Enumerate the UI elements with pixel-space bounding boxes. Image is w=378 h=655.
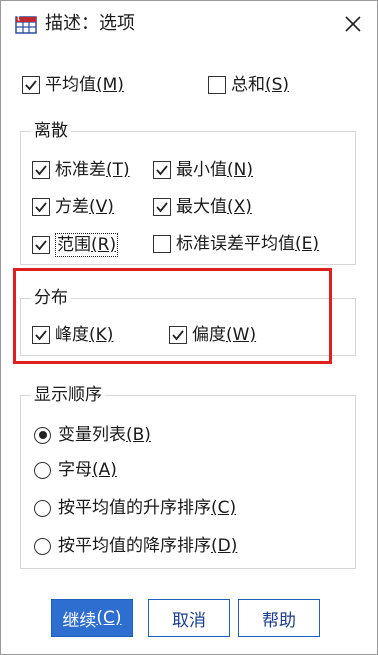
se-mean-label: 标准误差平均值 <box>176 234 295 254</box>
std-hotkey: (T) <box>106 160 130 180</box>
checkbox-box <box>208 76 226 94</box>
radio-circle <box>34 499 51 517</box>
checkmark-icon <box>35 240 47 251</box>
table-app-icon: t <box>15 13 37 34</box>
order-ascending-mean-radio[interactable]: 按平均值的升序排序 (C) <box>34 497 236 519</box>
dialog-title: 描述：选项 <box>45 13 135 34</box>
mean-label: 平均值 <box>45 75 96 95</box>
order-alphabetic-label: 字母 <box>58 460 92 480</box>
checkbox-box <box>32 236 50 254</box>
max-label: 最大值 <box>176 197 227 217</box>
range-label: 范围 <box>57 235 91 255</box>
continue-button[interactable]: 继续 (C) <box>51 599 133 637</box>
sum-label: 总和 <box>231 75 265 95</box>
help-label: 帮助 <box>262 610 296 631</box>
mean-hotkey: (M) <box>96 75 124 95</box>
svg-text:t: t <box>17 13 20 23</box>
checkbox-box <box>32 198 50 216</box>
variance-hotkey: (V) <box>89 197 114 217</box>
variance-checkbox[interactable]: 方差 (V) <box>32 196 114 218</box>
continue-label: 继续 <box>62 610 97 631</box>
min-label: 最小值 <box>176 160 227 180</box>
distribution-highlight-box <box>13 268 332 364</box>
max-hotkey: (X) <box>227 197 252 217</box>
max-checkbox[interactable]: 最大值 (X) <box>153 196 252 218</box>
order-alphabetic-hotkey: (A) <box>92 460 117 480</box>
std-checkbox[interactable]: 标准差 (T) <box>32 159 130 181</box>
checkmark-icon <box>156 165 168 176</box>
help-button[interactable]: 帮助 <box>238 599 320 637</box>
min-hotkey: (N) <box>227 160 253 180</box>
continue-hotkey: (C) <box>96 608 122 628</box>
checkmark-icon <box>156 202 168 213</box>
radio-selected-dot <box>38 431 47 439</box>
order-alphabetic-radio[interactable]: 字母 (A) <box>34 459 117 481</box>
order-variable-list-hotkey: (B) <box>126 425 151 445</box>
checkbox-box <box>153 235 171 253</box>
checkbox-box <box>153 198 171 216</box>
radio-circle <box>34 426 51 444</box>
close-button[interactable] <box>337 9 369 39</box>
range-focus-label: 范围(R) <box>55 233 119 257</box>
variance-label: 方差 <box>55 197 89 217</box>
mean-checkbox[interactable]: 平均值 (M) <box>22 74 124 96</box>
radio-circle <box>34 537 51 555</box>
std-label: 标准差 <box>55 160 106 180</box>
sum-checkbox[interactable]: 总和 (S) <box>208 74 289 96</box>
order-descending-mean-radio[interactable]: 按平均值的降序排序 (D) <box>34 535 237 557</box>
se-mean-hotkey: (E) <box>295 234 320 254</box>
sum-hotkey: (S) <box>265 75 290 95</box>
se-mean-checkbox[interactable]: 标准误差平均值 (E) <box>153 233 319 255</box>
cancel-button[interactable]: 取消 <box>148 599 230 637</box>
range-checkbox[interactable]: 范围(R) <box>32 233 119 257</box>
order-variable-list-label: 变量列表 <box>58 425 126 445</box>
min-checkbox[interactable]: 最小值 (N) <box>153 159 253 181</box>
checkmark-icon <box>35 165 47 176</box>
display-order-title: 显示顺序 <box>31 384 105 406</box>
order-variable-list-radio[interactable]: 变量列表 (B) <box>34 424 151 446</box>
order-ascending-mean-hotkey: (C) <box>211 498 237 518</box>
order-ascending-mean-label: 按平均值的升序排序 <box>58 498 211 518</box>
range-hotkey: (R) <box>91 235 117 255</box>
order-descending-mean-label: 按平均值的降序排序 <box>58 536 211 556</box>
checkbox-box <box>153 161 171 179</box>
order-descending-mean-hotkey: (D) <box>211 536 238 556</box>
title-bar: t 描述：选项 <box>1 1 377 47</box>
checkbox-box <box>22 76 40 94</box>
cancel-label: 取消 <box>172 610 206 631</box>
checkmark-icon <box>35 202 47 213</box>
dispersion-title: 离散 <box>31 120 71 142</box>
options-dialog: t 描述：选项 平均值 (M) 总和 (S) 离散 标准差 (T) 最小值 (N) 方差… <box>0 0 378 655</box>
close-icon <box>345 16 361 32</box>
radio-circle <box>34 461 51 479</box>
checkmark-icon <box>25 80 37 91</box>
checkbox-box <box>32 161 50 179</box>
